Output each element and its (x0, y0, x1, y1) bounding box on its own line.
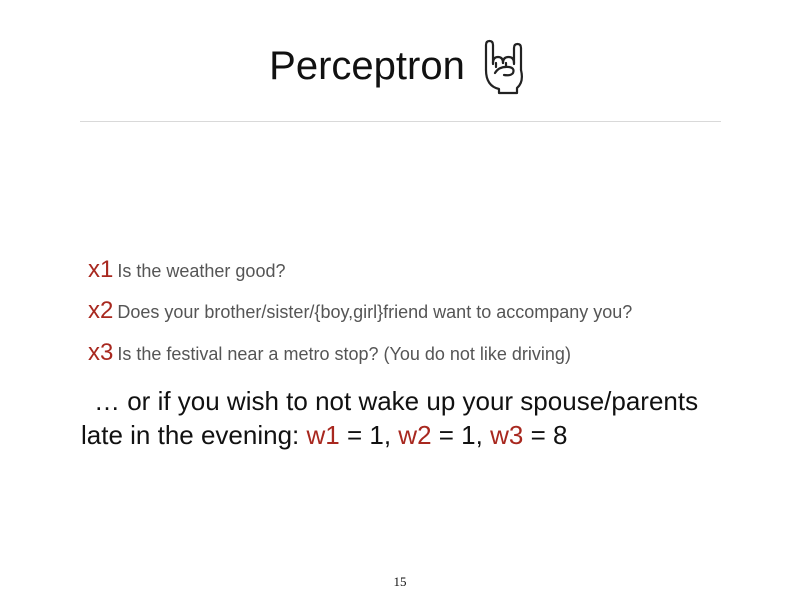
weight-label-w1: w1 (306, 420, 340, 450)
slide-title: Perceptron (269, 44, 465, 88)
weight-value-w2: = 1, (431, 420, 491, 450)
statement-line-1: … or if you wish to not wake up your spo… (94, 386, 699, 416)
slide-title-area: Perceptron (0, 30, 800, 102)
variable-label-x3: x3 (88, 339, 114, 366)
variable-label-x2: x2 (88, 297, 114, 324)
weight-value-w3: = 8 (523, 420, 568, 450)
statement-prefix: late in the evening: (81, 420, 307, 450)
question-row-x3: x3 Is the festival near a metro stop? (Y… (88, 339, 571, 367)
question-row-x2: x2 Does your brother/sister/{boy,girl}fr… (88, 297, 632, 325)
title-divider (80, 121, 721, 122)
question-text-x2: Does your brother/sister/{boy,girl}frien… (117, 302, 633, 322)
page-number: 15 (393, 574, 407, 589)
rock-on-hand-icon (484, 39, 523, 95)
question-row-x1: x1 Is the weather good? (88, 256, 285, 284)
statement-line-2: late in the evening: w1 = 1, w2 = 1, w3 … (81, 418, 741, 452)
weight-label-w3: w3 (490, 420, 524, 450)
question-text-x3: Is the festival near a metro stop? (You … (117, 344, 571, 364)
question-text-x1: Is the weather good? (117, 261, 286, 281)
weights-statement: … or if you wish to not wake up your spo… (81, 384, 741, 452)
variable-label-x1: x1 (88, 256, 114, 283)
weight-value-w1: = 1, (339, 420, 399, 450)
weight-label-w2: w2 (398, 420, 432, 450)
